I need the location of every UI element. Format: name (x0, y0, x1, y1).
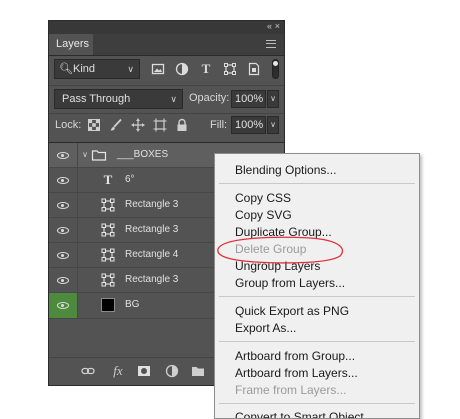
chevron-down-icon: ∨ (170, 94, 177, 104)
layer-name: 6° (125, 174, 135, 185)
menu-separator (219, 341, 415, 342)
menu-item-copy-svg[interactable]: Copy SVG (235, 207, 292, 224)
close-panel-icon[interactable]: × (275, 20, 280, 33)
eye-icon[interactable] (57, 227, 69, 234)
shape-filter-icon[interactable] (223, 62, 237, 76)
opacity-dropdown-icon[interactable]: ∨ (267, 90, 279, 108)
tab-layers[interactable]: Layers (49, 34, 93, 55)
lock-artboard-icon[interactable] (153, 118, 167, 132)
smart-object-filter-icon[interactable] (247, 62, 261, 76)
filter-toggle[interactable] (272, 59, 279, 79)
adjustment-layer-icon[interactable] (165, 364, 179, 378)
eye-icon[interactable] (57, 177, 69, 184)
menu-item-group-from-layers[interactable]: Group from Layers... (235, 275, 345, 292)
filter-row: 🔍︎ Kind ∨ T (49, 57, 284, 83)
collapse-panel-icon[interactable]: « (267, 20, 272, 33)
chevron-down-icon[interactable]: ∨ (80, 147, 90, 163)
menu-item-delete-group: Delete Group (235, 242, 307, 256)
shape-layer-icon (100, 272, 116, 288)
eye-icon[interactable] (57, 252, 69, 259)
lock-all-icon[interactable] (175, 118, 189, 132)
menu-item-convert-to-smart-object[interactable]: Convert to Smart Object (235, 409, 364, 418)
blend-row: Pass Through ∨ Opacity: 100% ∨ (49, 85, 284, 110)
shape-layer-icon (100, 247, 116, 263)
menu-item-blending-options[interactable]: Blending Options... (235, 162, 336, 179)
filter-kind-label: Kind (73, 63, 96, 75)
visibility-cell[interactable] (49, 268, 78, 292)
opacity-label: Opacity: (189, 92, 230, 104)
panel-title-bar: « × (49, 21, 284, 34)
eye-icon[interactable] (57, 202, 69, 209)
panel-tab-row: Layers (49, 34, 284, 56)
menu-item-duplicate-group[interactable]: Duplicate Group... (235, 224, 332, 241)
screenshot-stage: « × Layers 🔍︎ Kind ∨ T Pass Through ∨ Op… (0, 0, 460, 419)
fill-label: Fill: (210, 119, 228, 131)
blend-mode-select[interactable]: Pass Through ∨ (54, 89, 183, 109)
lock-position-icon[interactable] (131, 118, 145, 132)
type-layer-icon: T (103, 172, 113, 187)
layer-name: BG (125, 299, 140, 310)
layer-name: Rectangle 3 (125, 224, 179, 235)
menu-separator (219, 183, 415, 184)
adjustment-filter-icon[interactable] (175, 62, 189, 76)
layer-name: Rectangle 3 (125, 199, 179, 210)
layer-name: ___BOXES (117, 149, 169, 160)
lock-transparent-pixels-icon[interactable] (87, 118, 101, 132)
menu-item-copy-css[interactable]: Copy CSS (235, 190, 291, 207)
mask-icon[interactable] (137, 364, 151, 378)
lock-image-pixels-icon[interactable] (109, 118, 123, 132)
search-icon: 🔍︎ (59, 63, 73, 75)
menu-item-artboard-from-group[interactable]: Artboard from Group... (235, 348, 355, 365)
layer-name: Rectangle 4 (125, 249, 179, 260)
blend-mode-value: Pass Through (62, 93, 131, 105)
menu-item-frame-from-layers: Frame from Layers... (235, 383, 347, 397)
visibility-cell[interactable] (49, 218, 78, 242)
folder-icon (91, 147, 107, 163)
fill-dropdown-icon[interactable]: ∨ (267, 116, 279, 134)
eye-icon[interactable] (57, 152, 69, 159)
menu-item-artboard-from-layers[interactable]: Artboard from Layers... (235, 365, 358, 382)
fill-field[interactable]: 100% (231, 116, 266, 134)
type-filter-icon[interactable]: T (199, 62, 213, 76)
menu-item-quick-export-png[interactable]: Quick Export as PNG (235, 303, 349, 320)
shape-layer-icon (100, 197, 116, 213)
new-group-icon[interactable] (191, 364, 205, 378)
layer-context-menu: Blending Options... Copy CSS Copy SVG Du… (214, 153, 420, 419)
menu-item-ungroup-layers[interactable]: Ungroup Layers (235, 258, 320, 275)
menu-item-export-as[interactable]: Export As... (235, 320, 296, 337)
menu-separator (219, 403, 415, 404)
filter-kind-select[interactable]: 🔍︎ Kind ∨ (54, 59, 140, 79)
panel-menu-icon[interactable] (266, 40, 276, 48)
bg-thumbnail (101, 298, 115, 312)
chevron-down-icon: ∨ (127, 64, 134, 74)
lock-row: Lock: Fill: 100% ∨ (49, 113, 284, 138)
menu-separator (219, 296, 415, 297)
lock-label: Lock: (55, 119, 82, 131)
link-layers-icon[interactable] (81, 364, 95, 378)
visibility-cell[interactable] (49, 193, 78, 217)
visibility-cell[interactable] (49, 168, 78, 192)
eye-icon[interactable] (57, 277, 69, 284)
fx-icon[interactable]: fx (109, 364, 127, 378)
visibility-cell[interactable] (49, 293, 78, 318)
visibility-cell[interactable] (49, 243, 78, 267)
visibility-cell[interactable] (49, 143, 78, 167)
image-filter-icon[interactable] (151, 62, 165, 76)
eye-icon[interactable] (57, 302, 69, 309)
opacity-field[interactable]: 100% (231, 90, 266, 108)
layer-name: Rectangle 3 (125, 274, 179, 285)
shape-layer-icon (100, 222, 116, 238)
